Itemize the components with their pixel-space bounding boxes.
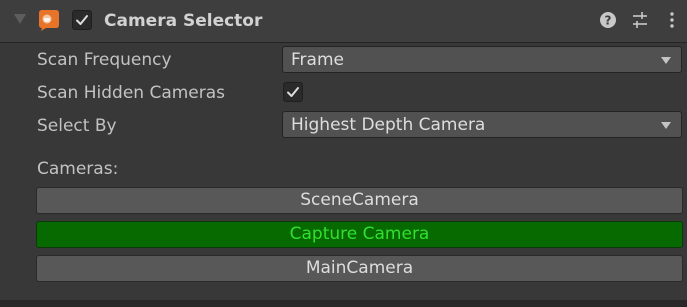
kebab-menu-icon[interactable]	[662, 10, 682, 30]
svg-text:?: ?	[605, 14, 612, 28]
dropdown-arrow-icon	[661, 122, 671, 129]
cameras-label: Cameras:	[37, 159, 119, 179]
scan-hidden-cameras-label: Scan Hidden Cameras	[37, 83, 226, 103]
select-by-label: Select By	[37, 116, 117, 136]
select-by-dropdown[interactable]: Highest Depth Camera	[282, 111, 682, 138]
checkmark-icon	[76, 15, 88, 25]
checkmark-icon	[287, 87, 299, 97]
presets-icon[interactable]	[630, 10, 650, 30]
camera-button-maincamera[interactable]: MainCamera	[36, 255, 683, 282]
component-title: Camera Selector	[104, 11, 263, 31]
scan-hidden-cameras-checkbox[interactable]	[283, 82, 303, 102]
panel-bottom-divider	[0, 300, 687, 307]
component-header[interactable]: Camera Selector ?	[0, 0, 687, 43]
foldout-arrow-icon[interactable]	[14, 14, 26, 24]
component-enabled-checkbox[interactable]	[72, 10, 92, 30]
scan-frequency-value: Frame	[291, 50, 344, 70]
scan-frequency-label: Scan Frequency	[37, 50, 172, 70]
help-icon[interactable]: ?	[598, 10, 618, 30]
scan-frequency-dropdown[interactable]: Frame	[282, 46, 682, 73]
dropdown-arrow-icon	[661, 57, 671, 64]
inspector-panel: Camera Selector ? Scan Frequency Frame S…	[0, 0, 687, 307]
camera-button-capture-camera[interactable]: Capture Camera	[36, 221, 683, 248]
orange-script-icon	[39, 10, 59, 31]
select-by-value: Highest Depth Camera	[291, 115, 486, 135]
camera-button-scenecamera[interactable]: SceneCamera	[36, 187, 683, 214]
